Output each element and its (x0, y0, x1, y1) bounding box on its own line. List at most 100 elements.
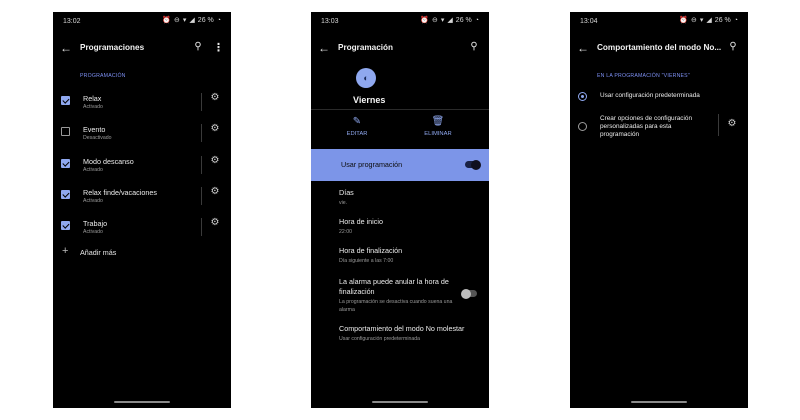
end-value: Día siguiente a las 7:00 (339, 258, 394, 264)
schedule-name: Relax finde/vacaciones (83, 188, 157, 197)
phone-screen-dnd-behavior: 13:04 ⏰ ⊖ ▾ ◢ 26 % ◔ ← Comportamiento de… (570, 12, 748, 408)
gear-icon[interactable]: ⚙ (209, 155, 221, 166)
search-icon[interactable]: ⚲ (467, 41, 481, 57)
gear-icon[interactable]: ⚙ (209, 186, 221, 197)
more-options-icon[interactable]: ⋮ (213, 41, 224, 57)
back-arrow-icon[interactable]: ← (59, 41, 73, 57)
phone-screen-schedule-detail: 13:03 ⏰ ⊖ ▾ ◢ 26 % ◔ ← Programación ⚲ ◐ … (311, 12, 489, 408)
gear-icon[interactable]: ⚙ (209, 123, 221, 134)
alarm-icon: ⏰ (679, 17, 689, 24)
signal-icon: ◢ (447, 17, 453, 24)
section-header: PROGRAMACIÓN (80, 73, 126, 79)
schedule-name: Viernes (353, 95, 386, 105)
battery-text: 26 % (197, 17, 214, 24)
dnd-icon: ⊖ (691, 17, 697, 24)
checkbox[interactable] (61, 221, 70, 230)
schedule-row-relax-finde[interactable]: Relax finde/vacaciones Activado ⚙ (53, 183, 231, 211)
end-title: Hora de finalización (339, 246, 403, 255)
start-value: 22:00 (339, 229, 352, 235)
schedule-row-evento[interactable]: Evento Desactivado ⚙ (53, 120, 231, 148)
wifi-icon: ▾ (440, 17, 445, 24)
back-arrow-icon[interactable]: ← (317, 41, 331, 57)
gear-icon[interactable]: ⚙ (726, 118, 738, 129)
divider (201, 218, 202, 236)
plus-icon: + (62, 245, 69, 257)
divider (311, 109, 489, 110)
option-custom-label[interactable]: Crear opciones de configuración personal… (600, 115, 708, 139)
use-schedule-label: Usar programación (341, 160, 403, 169)
wifi-icon: ▾ (699, 17, 704, 24)
dnd-icon: ⊖ (174, 17, 180, 24)
battery-text: 26 % (714, 17, 731, 24)
alarm-title: La alarma puede anular la hora de finali… (339, 277, 449, 296)
back-arrow-icon[interactable]: ← (576, 41, 590, 57)
alarm-override-toggle[interactable] (461, 288, 477, 299)
schedule-row-trabajo[interactable]: Trabajo Activado ⚙ (53, 214, 231, 242)
divider (201, 187, 202, 205)
alarm-override-setting[interactable]: La alarma puede anular la hora de finali… (339, 277, 455, 314)
schedule-status: Activado (83, 167, 103, 173)
pencil-icon: ✎ (352, 116, 362, 127)
divider (718, 114, 719, 136)
radio-custom[interactable] (578, 122, 587, 131)
gesture-bar (114, 401, 170, 403)
signal-icon: ◢ (706, 17, 712, 24)
schedule-status: Activado (83, 104, 103, 110)
edit-button[interactable]: ✎ EDITAR (327, 116, 387, 137)
divider (201, 124, 202, 142)
radio-default[interactable] (578, 92, 587, 101)
gear-icon[interactable]: ⚙ (209, 92, 221, 103)
schedule-moon-icon: ◐ (356, 68, 376, 88)
add-more-label: Añadir más (80, 248, 117, 257)
checkbox[interactable] (61, 127, 70, 136)
section-header: EN LA PROGRAMACIÓN "VIERNES" (597, 73, 690, 79)
page-title: Comportamiento del modo No... (597, 43, 722, 52)
schedule-name: Modo descanso (83, 157, 134, 166)
days-title: Días (339, 188, 354, 197)
battery-icon: ◔ (216, 17, 221, 24)
wifi-icon: ▾ (182, 17, 187, 24)
app-bar: ← Programaciones ⚲ ⋮ (53, 38, 231, 62)
schedule-row-relax[interactable]: Relax Activado ⚙ (53, 89, 231, 117)
status-bar: 13:04 ⏰ ⊖ ▾ ◢ 26 % ◔ (570, 12, 748, 32)
checkbox[interactable] (61, 190, 70, 199)
checkbox[interactable] (61, 159, 70, 168)
edit-label: EDITAR (346, 131, 368, 137)
use-schedule-row[interactable]: Usar programación (311, 149, 489, 181)
search-icon[interactable]: ⚲ (191, 41, 205, 57)
end-time-setting[interactable]: Hora de finalización Día siguiente a las… (339, 246, 481, 265)
battery-text: 26 % (455, 17, 472, 24)
use-schedule-toggle[interactable] (465, 159, 481, 170)
divider (201, 93, 202, 111)
status-time: 13:02 (63, 18, 81, 25)
delete-label: ELIMINAR (424, 131, 452, 137)
schedule-row-modo-descanso[interactable]: Modo descanso Activado ⚙ (53, 152, 231, 180)
schedule-status: Activado (83, 198, 103, 204)
gesture-bar (372, 401, 428, 403)
add-more-button[interactable]: + Añadir más (53, 245, 231, 261)
status-time: 13:03 (321, 18, 339, 25)
dnd-value: Usar configuración predeterminada (339, 336, 421, 342)
page-title: Programaciones (80, 43, 145, 52)
option-default-label[interactable]: Usar configuración predeterminada (600, 92, 700, 100)
signal-icon: ◢ (189, 17, 195, 24)
schedule-status: Desactivado (83, 135, 112, 141)
divider (201, 156, 202, 174)
start-time-setting[interactable]: Hora de inicio 22:00 (339, 217, 481, 236)
status-bar: 13:03 ⏰ ⊖ ▾ ◢ 26 % ◔ (311, 12, 489, 32)
alarm-icon: ⏰ (162, 17, 172, 24)
alarm-desc: La programación se desactiva cuando suen… (339, 299, 453, 313)
phone-screen-schedules: 13:02 ⏰ ⊖ ▾ ◢ 26 % ◔ ← Programaciones ⚲ … (53, 12, 231, 408)
battery-icon: ◔ (474, 17, 479, 24)
status-bar: 13:02 ⏰ ⊖ ▾ ◢ 26 % ◔ (53, 12, 231, 32)
checkbox[interactable] (61, 96, 70, 105)
gear-icon[interactable]: ⚙ (209, 217, 221, 228)
status-time: 13:04 (580, 18, 598, 25)
search-icon[interactable]: ⚲ (726, 41, 740, 57)
days-setting[interactable]: Días vie. (339, 188, 481, 207)
app-bar: ← Programación ⚲ (311, 38, 489, 62)
delete-button[interactable]: 🗑 ELIMINAR (408, 116, 468, 137)
dnd-behavior-setting[interactable]: Comportamiento del modo No molestar Usar… (339, 324, 481, 343)
battery-icon: ◔ (733, 17, 738, 24)
trash-icon: 🗑 (431, 116, 445, 127)
